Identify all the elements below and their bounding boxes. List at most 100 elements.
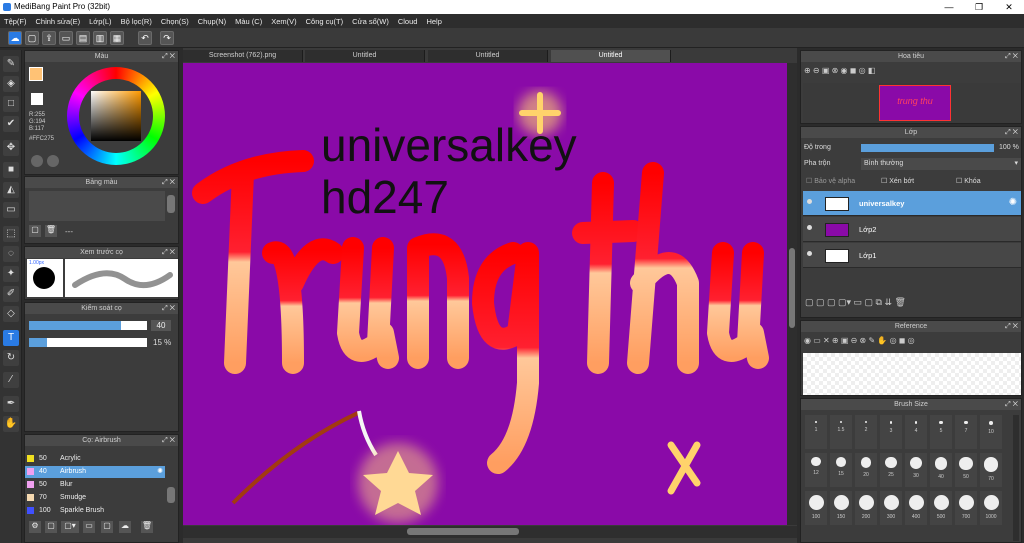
panel-close-icon[interactable]: ⤢ ✕ [1005, 399, 1018, 410]
brush-size-option[interactable]: 3 [880, 415, 902, 449]
brush-cloud-icon[interactable]: ☁ [119, 521, 131, 533]
lasso-tool-icon[interactable]: ◌ [3, 246, 19, 262]
brush-size-option[interactable]: 15 [830, 453, 852, 487]
transparent-swatch[interactable] [31, 93, 43, 105]
grid-icon[interactable]: ▦ [110, 31, 124, 45]
panel-close-icon[interactable]: ⤢ ✕ [162, 435, 175, 446]
delete-palette-icon[interactable]: 🗑 [45, 225, 57, 237]
hue-ring[interactable] [67, 67, 165, 165]
brush-list-scrollbar[interactable] [167, 487, 175, 503]
color-mode-icon[interactable] [31, 155, 43, 167]
brush-item[interactable]: 50 Blur [25, 479, 165, 491]
text-tool-icon[interactable]: T [3, 330, 19, 346]
menu-item[interactable]: Cửa sổ(W) [352, 17, 389, 26]
layer-row[interactable]: Lớp1 [803, 243, 1021, 268]
menu-item[interactable]: Bộ lọc(R) [121, 17, 152, 26]
menu-item[interactable]: Chỉnh sửa(E) [36, 17, 81, 26]
layer-opacity-slider[interactable] [861, 144, 994, 152]
gear-icon[interactable]: ✺ [1009, 197, 1017, 208]
layer-toolbar[interactable]: ▢ ▢ ▢ ▢▾ ▭ ▢ ⧉ ⇊ 🗑 [805, 297, 965, 311]
eyedropper-tool-icon[interactable]: ⁄ [3, 372, 19, 388]
menu-item[interactable]: Tệp(F) [4, 17, 27, 26]
brush-size-option[interactable]: 500 [930, 491, 952, 525]
brush-size-scrollbar[interactable] [1013, 415, 1019, 541]
undo-icon[interactable]: ↶ [138, 31, 152, 45]
gradient-tool-icon[interactable]: ▭ [3, 202, 19, 218]
pages-icon[interactable]: ▥ [93, 31, 107, 45]
select-eraser-icon[interactable]: ◇ [3, 306, 19, 322]
brush-opacity-slider[interactable] [29, 338, 147, 347]
brush-item[interactable]: 40 Airbrush ✺ [25, 466, 165, 478]
menu-item[interactable]: Help [426, 17, 441, 26]
upload-icon[interactable]: ⇪ [42, 31, 56, 45]
panel-close-icon[interactable]: ⤢ ✕ [162, 247, 175, 258]
brush-size-option[interactable]: 30 [905, 453, 927, 487]
comment-icon[interactable]: ▭ [59, 31, 73, 45]
brush-size-option[interactable]: 300 [880, 491, 902, 525]
brush-size-option[interactable]: 1 [805, 415, 827, 449]
panel-close-icon[interactable]: ⤢ ✕ [1005, 51, 1018, 62]
tab-untitled-2[interactable]: Untitled [428, 50, 548, 62]
panel-close-icon[interactable]: ⤢ ✕ [162, 51, 175, 62]
menu-item[interactable]: Lớp(L) [89, 17, 111, 26]
panel-close-icon[interactable]: ⤢ ✕ [1005, 321, 1018, 332]
page-icon[interactable]: ▤ [76, 31, 90, 45]
clipping-checkbox[interactable]: ☐ Xén bớt [881, 177, 914, 185]
menu-item[interactable]: Công cụ(T) [306, 17, 344, 26]
menu-item[interactable]: Màu (C) [235, 17, 262, 26]
panel-close-icon[interactable]: ⤢ ✕ [162, 177, 175, 188]
tab-untitled-3[interactable]: Untitled [551, 50, 671, 62]
move-tool-icon[interactable]: ✥ [3, 140, 19, 156]
panel-close-icon[interactable]: ⤢ ✕ [162, 303, 175, 314]
new-file-icon[interactable]: ▢ [25, 31, 39, 45]
brush-tool-icon[interactable]: ✎ [3, 56, 19, 72]
rect-tool-icon[interactable]: □ [3, 96, 19, 112]
canvas-vertical-scrollbar[interactable] [787, 63, 797, 525]
brush-size-option[interactable]: 150 [830, 491, 852, 525]
brush-item[interactable]: 70 Smudge [25, 492, 165, 504]
brush-settings-icon[interactable]: ⚙ [29, 521, 41, 533]
magic-wand-icon[interactable]: ✦ [3, 266, 19, 282]
layer-row[interactable]: universalkey ✺ [803, 191, 1021, 216]
foreground-color-swatch[interactable] [29, 67, 43, 81]
color-history-icon[interactable] [47, 155, 59, 167]
operation-tool-icon[interactable]: ↻ [3, 350, 19, 366]
reference-view[interactable] [803, 353, 1021, 395]
add-brush-icon[interactable]: ▢ [45, 521, 57, 533]
navigator-view[interactable]: trung thu [803, 83, 1021, 123]
bucket-tool-icon[interactable]: ◭ [3, 182, 19, 198]
dot-tool-icon[interactable]: ✔ [3, 116, 19, 132]
eraser-tool-icon[interactable]: ◈ [3, 76, 19, 92]
canvas-horizontal-scrollbar[interactable] [183, 526, 797, 538]
hand-tool-icon[interactable]: ✋ [3, 416, 19, 432]
tab-untitled-1[interactable]: Untitled [305, 50, 425, 62]
pen-tool-icon[interactable]: ✒ [3, 396, 19, 412]
maximize-icon[interactable]: ❐ [964, 0, 994, 14]
close-icon[interactable]: ✕ [994, 0, 1024, 14]
lock-checkbox[interactable]: ☐ Khóa [956, 177, 981, 185]
brush-size-option[interactable]: 1.5 [830, 415, 852, 449]
brush-size-option[interactable]: 400 [905, 491, 927, 525]
brush-size-option[interactable]: 40 [930, 453, 952, 487]
saturation-value-square[interactable] [91, 91, 141, 141]
menu-item[interactable]: Cloud [398, 17, 418, 26]
brush-size-option[interactable]: 25 [880, 453, 902, 487]
navigator-toolbar[interactable]: ⊕ ⊖ ▣ ⊗ ◉ ◼ ◎ ◧ [804, 66, 954, 80]
palette-area[interactable] [29, 191, 165, 221]
brush-size-option[interactable]: 5 [930, 415, 952, 449]
palette-scrollbar[interactable] [167, 195, 175, 213]
fill-rect-icon[interactable]: ■ [3, 162, 19, 178]
redo-icon[interactable]: ↷ [160, 31, 174, 45]
menu-item[interactable]: Chụp(N) [198, 17, 226, 26]
brush-size-option[interactable]: 4 [905, 415, 927, 449]
tab-screenshot[interactable]: Screenshot (762).png [183, 50, 303, 62]
eye-icon[interactable] [807, 199, 812, 204]
select-pen-icon[interactable]: ✐ [3, 286, 19, 302]
reference-toolbar[interactable]: ◉ ▭ ✕ ⊕ ▣ ⊖ ⊗ ✎ ✋ ◎ ◼ ◎ [804, 336, 1004, 350]
brush-size-option[interactable]: 70 [980, 453, 1002, 487]
eye-icon[interactable] [807, 225, 812, 230]
drawing-canvas[interactable]: universalkey hd247 [183, 63, 787, 525]
brush-item[interactable]: 50 Acrylic [25, 453, 165, 465]
gear-icon[interactable]: ✺ [157, 466, 163, 478]
select-tool-icon[interactable]: ⬚ [3, 226, 19, 242]
